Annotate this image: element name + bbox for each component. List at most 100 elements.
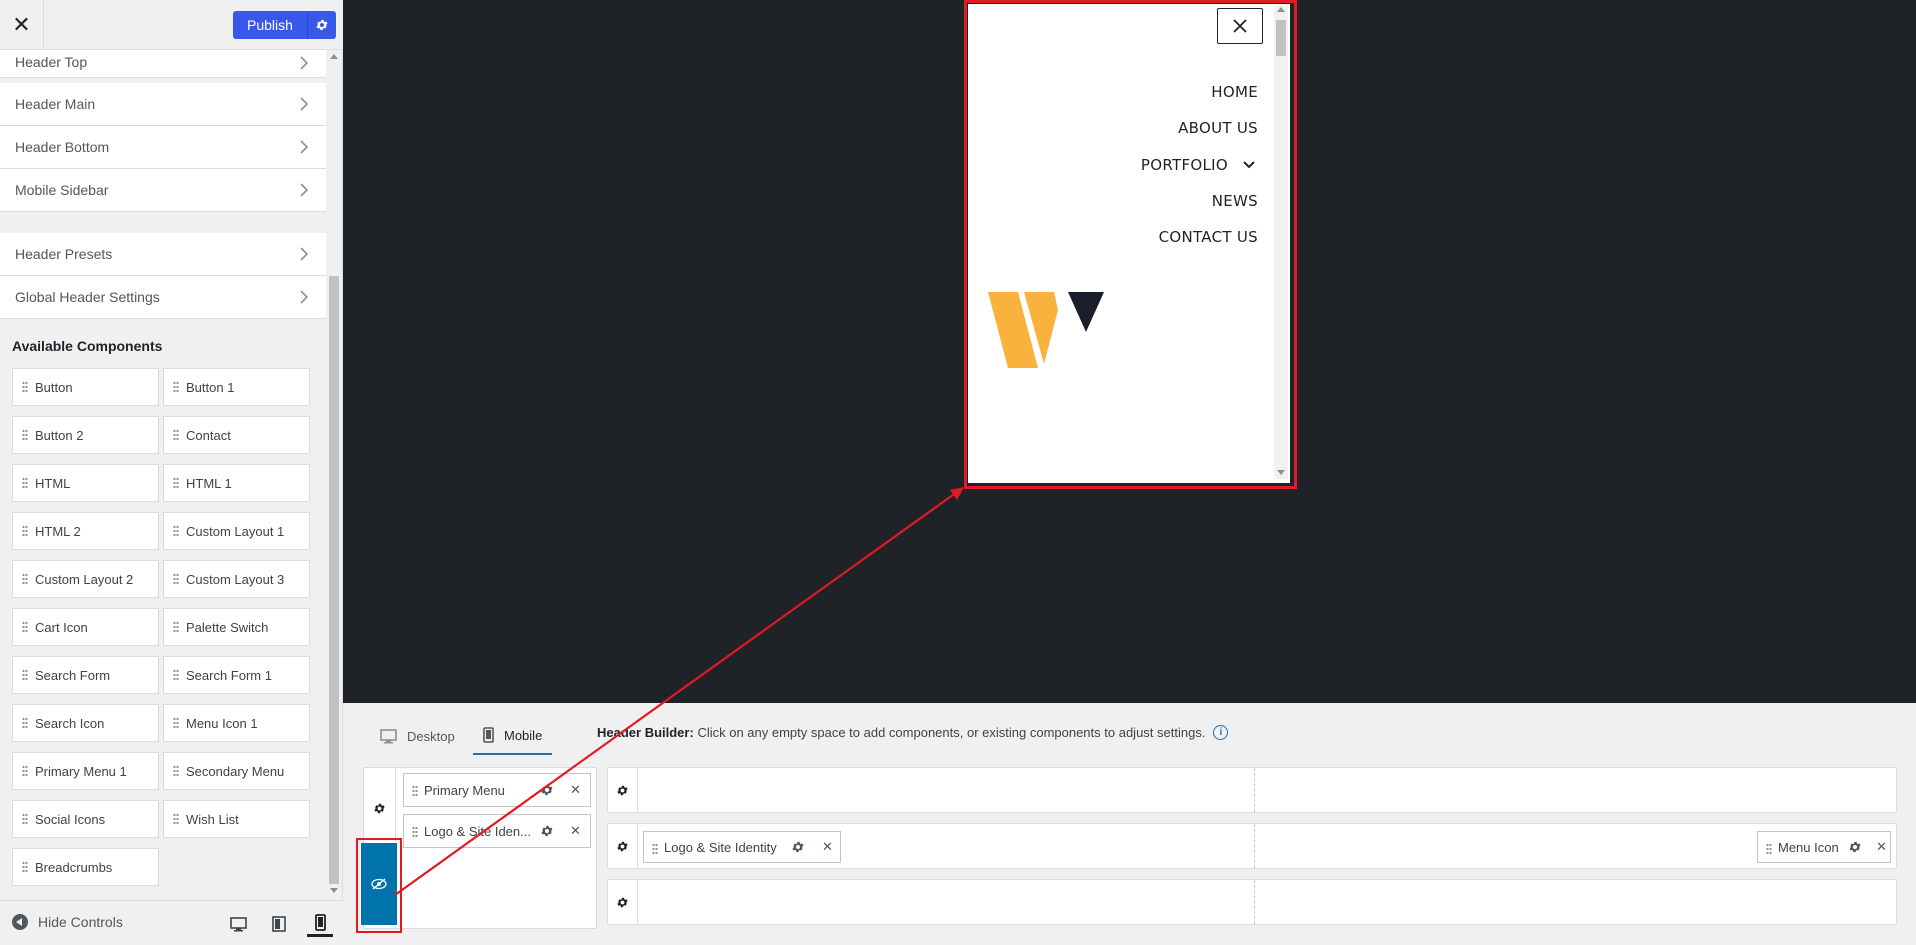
builder-item-logo-site-identity[interactable]: Logo & Site Identity ✕ [643, 831, 841, 863]
drag-handle-icon [173, 717, 179, 729]
row-settings-button[interactable] [608, 824, 638, 868]
drag-handle-icon [173, 765, 179, 777]
hide-controls-button[interactable]: Hide Controls [12, 914, 123, 930]
builder-row-main[interactable]: Logo & Site Identity ✕ Menu Icon ✕ [607, 823, 1897, 869]
remove-icon[interactable]: ✕ [822, 839, 833, 855]
component-label: Wish List [186, 811, 239, 827]
component-item[interactable]: Wish List [163, 800, 310, 838]
component-item[interactable]: Breadcrumbs [12, 848, 159, 886]
gear-icon[interactable] [540, 783, 554, 797]
remove-icon[interactable]: ✕ [570, 823, 581, 839]
hide-controls-label: Hide Controls [38, 914, 123, 930]
item-label: Logo & Site Iden... [424, 823, 531, 839]
component-item[interactable]: Contact [163, 416, 310, 454]
builder-item-logo[interactable]: Logo & Site Iden... ✕ [403, 814, 591, 848]
component-item[interactable]: Custom Layout 3 [163, 560, 310, 598]
device-tablet-button[interactable] [266, 911, 292, 937]
component-item[interactable]: Button [12, 368, 159, 406]
gear-icon[interactable] [1848, 840, 1862, 854]
component-label: Breadcrumbs [35, 859, 113, 875]
component-label: Menu Icon 1 [186, 715, 258, 731]
section-header-presets[interactable]: Header Presets [0, 233, 326, 276]
component-item[interactable]: Custom Layout 2 [12, 560, 159, 598]
eye-hidden-icon [371, 878, 387, 890]
chevron-right-icon [300, 247, 309, 261]
scroll-down-arrow-icon[interactable] [330, 888, 338, 893]
builder-row-top[interactable] [607, 767, 1897, 813]
publish-button[interactable]: Publish [233, 11, 308, 39]
section-label: Global Header Settings [15, 289, 160, 305]
drag-handle-icon [22, 669, 28, 681]
component-item[interactable]: Button 1 [163, 368, 310, 406]
publish-settings-gear-icon[interactable] [307, 11, 336, 39]
component-item[interactable]: HTML [12, 464, 159, 502]
component-item[interactable]: Social Icons [12, 800, 159, 838]
component-item[interactable]: Menu Icon 1 [163, 704, 310, 742]
component-label: Button [35, 379, 73, 395]
component-item[interactable]: Cart Icon [12, 608, 159, 646]
section-header-bottom[interactable]: Header Bottom [0, 126, 326, 169]
close-customizer-button[interactable]: ✕ [0, 0, 44, 49]
drag-handle-icon [173, 429, 179, 441]
gear-icon [617, 897, 628, 907]
offcanvas-visibility-toggle[interactable] [360, 842, 398, 926]
component-label: HTML 2 [35, 523, 81, 539]
component-item[interactable]: Button 2 [12, 416, 159, 454]
device-mobile-button[interactable] [307, 911, 333, 937]
sidebar-scrollbar[interactable] [328, 50, 340, 900]
tab-label: Mobile [504, 727, 543, 743]
builder-item-menu-icon[interactable]: Menu Icon ✕ [1757, 831, 1891, 863]
component-item[interactable]: Primary Menu 1 [12, 752, 159, 790]
sidebar-scroll-thumb[interactable] [329, 276, 339, 884]
drag-handle-icon [22, 765, 28, 777]
component-item[interactable]: Secondary Menu [163, 752, 310, 790]
help-title: Header Builder: [597, 725, 694, 740]
component-label: HTML [35, 475, 71, 491]
component-item[interactable]: HTML 2 [12, 512, 159, 550]
drag-handle-icon [173, 381, 179, 393]
section-header-top[interactable]: Header Top [0, 50, 326, 78]
gear-icon[interactable] [373, 802, 386, 815]
row-divider [1254, 768, 1255, 812]
component-item[interactable]: HTML 1 [163, 464, 310, 502]
component-item[interactable]: Search Icon [12, 704, 159, 742]
row-settings-button[interactable] [608, 768, 638, 812]
drag-handle-icon [173, 621, 179, 633]
gear-icon[interactable] [540, 824, 554, 838]
gear-icon [617, 785, 628, 795]
item-label: Logo & Site Identity [664, 839, 777, 855]
component-item[interactable]: Palette Switch [163, 608, 310, 646]
drag-handle-icon [173, 813, 179, 825]
sidebar-footer: Hide Controls [0, 900, 343, 945]
component-item[interactable]: Search Form [12, 656, 159, 694]
row-settings-button[interactable] [608, 880, 638, 924]
scroll-up-arrow-icon[interactable] [330, 54, 338, 59]
device-desktop-button[interactable] [225, 911, 251, 937]
component-label: Search Icon [35, 715, 105, 731]
drag-handle-icon [173, 573, 179, 585]
info-icon[interactable]: i [1213, 725, 1229, 740]
header-builder-help: Header Builder: Click on any empty space… [597, 725, 1229, 740]
drag-handle-icon [1766, 843, 1772, 855]
gear-icon[interactable] [791, 840, 805, 854]
builder-row-bottom[interactable] [607, 879, 1897, 925]
help-text: Click on any empty space to add componen… [697, 725, 1206, 740]
section-label: Header Main [15, 96, 96, 112]
section-global-header-settings[interactable]: Global Header Settings [0, 276, 326, 319]
tab-mobile[interactable]: Mobile [473, 717, 553, 755]
mobile-icon [483, 727, 494, 743]
row-divider [1254, 824, 1255, 868]
component-label: Button 1 [186, 379, 235, 395]
row-divider [1254, 880, 1255, 924]
section-header-main[interactable]: Header Main [0, 83, 326, 126]
tab-desktop[interactable]: Desktop [370, 717, 465, 755]
drag-handle-icon [22, 813, 28, 825]
component-item[interactable]: Custom Layout 1 [163, 512, 310, 550]
remove-icon[interactable]: ✕ [1876, 839, 1887, 855]
remove-icon[interactable]: ✕ [570, 782, 581, 798]
component-item[interactable]: Search Form 1 [163, 656, 310, 694]
builder-item-primary-menu[interactable]: Primary Menu ✕ [403, 773, 591, 807]
section-mobile-sidebar[interactable]: Mobile Sidebar [0, 169, 326, 212]
component-label: Custom Layout 2 [35, 571, 134, 587]
component-label: Cart Icon [35, 619, 88, 635]
